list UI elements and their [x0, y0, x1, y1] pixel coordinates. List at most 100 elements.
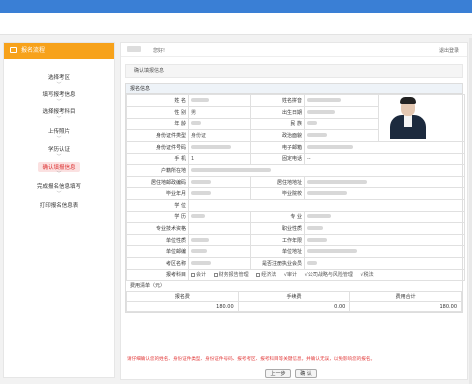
sidebar-item-upload-photo[interactable]: 上传照片 [4, 127, 114, 135]
table-row: 学 位 [126, 198, 465, 212]
fee-value: 0.00 [237, 301, 351, 313]
value-school [304, 187, 465, 200]
sidebar-item-edu-verify[interactable]: 学历认证 [4, 145, 114, 153]
value-name [188, 94, 251, 107]
redacted-value [191, 97, 209, 102]
value-unit-addr [304, 245, 465, 258]
redacted-value [191, 249, 207, 254]
logout-link[interactable]: 退出登录 [439, 47, 459, 54]
table-row: 专业技术资格 职业性质 [126, 222, 465, 235]
value-politics [304, 129, 379, 142]
subject-checkbox[interactable]: 经济法 [256, 271, 276, 278]
value-unit-zip [188, 245, 251, 258]
label-id-no: 身份证件号码 [126, 141, 189, 154]
label-id-type: 身份证件类型 [126, 129, 189, 142]
sidebar: 报名流程 选择考区 ﹀ 填写报考信息 ﹀ 选择报考科目 ﹀ 上传照片 ﹀ 学历认… [3, 42, 115, 378]
label-edu: 学 历 [126, 210, 189, 224]
warning-notice: 请仔细确认您的姓名、身份证件类型、身份证件号码、报考考区、报考科目等关键信息，并… [127, 357, 376, 362]
value-phone: -- [304, 152, 465, 166]
sidebar-item-print[interactable]: 打印报名信息表 [4, 201, 114, 209]
value-is-member [304, 256, 465, 270]
confirm-button[interactable]: 确 认 [295, 369, 317, 378]
form-section-title: 报名信息 [126, 84, 462, 94]
redacted-value [307, 237, 327, 242]
redacted-value [307, 225, 323, 230]
label-degree: 学 位 [126, 198, 189, 212]
redacted-value [307, 133, 327, 138]
top-header-bar [0, 0, 472, 13]
value-py-name [304, 94, 379, 107]
value-work-unit [188, 233, 251, 247]
label-unit-zip: 单位邮编 [126, 245, 189, 258]
label-gender: 性 别 [126, 105, 189, 119]
sidebar-item-fill-info[interactable]: 填写报考信息 [4, 90, 114, 98]
welcome-text: 您好! [153, 48, 166, 54]
sub-header-bar [0, 13, 472, 35]
redacted-value [307, 214, 331, 219]
redacted-value [307, 179, 367, 184]
value-id-no [188, 141, 251, 154]
label-email: 电子邮箱 [250, 141, 305, 154]
table-row: 居住地邮政编码 居住地地址 [126, 175, 465, 189]
table-row: 单位性质 工作年限 [126, 233, 465, 247]
value-area-name [188, 256, 251, 270]
sidebar-item-complete[interactable]: 完成报名信息填写 [4, 182, 114, 190]
sidebar-item-select-area[interactable]: 选择考区 [4, 73, 114, 81]
label-birthday: 出生日期 [250, 105, 305, 119]
label-grad-year: 毕业年月 [126, 187, 189, 200]
label-age: 年 龄 [126, 117, 189, 131]
table-row: 单位邮编 单位地址 [126, 245, 465, 258]
label-origin: 户籍所在地 [126, 164, 189, 177]
value-email [304, 141, 465, 154]
label-tech-title: 专业技术资格 [126, 222, 189, 235]
chevron-down-icon: ﹀ [56, 116, 62, 122]
chevron-down-icon: ﹀ [56, 191, 62, 197]
redacted-value [307, 97, 341, 102]
value-job-title [304, 222, 465, 235]
value-nation [304, 117, 379, 131]
checkbox-empty-icon [256, 273, 261, 278]
redacted-value [307, 249, 357, 254]
chevron-down-icon: ﹀ [56, 99, 62, 105]
redacted-value [307, 109, 335, 114]
label-py-name: 姓名拼音 [250, 94, 305, 107]
subject-checkbox[interactable]: 财务报告管理 [213, 271, 249, 278]
label-job-title: 职业性质 [250, 222, 305, 235]
table-row: 学 历 专 业 [126, 210, 465, 224]
label-unit-addr: 单位地址 [250, 245, 305, 258]
redacted-value [191, 121, 201, 126]
fee-section-title: 费用清单（元） [130, 283, 166, 290]
label-name: 姓 名 [126, 94, 189, 107]
label-work-unit: 单位性质 [126, 233, 189, 247]
table-row: 身份证件号码 电子邮箱 [126, 141, 465, 154]
subject-checkbox[interactable]: √税法 [360, 271, 373, 278]
subject-checkbox[interactable]: 会计 [191, 271, 206, 278]
table-row: 180.00 0.00 180.00 [126, 301, 462, 313]
subject-checkbox[interactable]: √审计 [284, 271, 297, 278]
label-zip: 居住地邮政编码 [126, 175, 189, 189]
table-row: 手 机 1 固定电话 -- [126, 152, 465, 166]
value-gender: 男 [188, 105, 251, 119]
chevron-down-icon: ﹀ [56, 82, 62, 88]
label-school: 毕业院校 [250, 187, 305, 200]
value-origin [188, 164, 465, 177]
applicant-photo [381, 96, 462, 141]
prev-button[interactable]: 上一步 [265, 369, 291, 378]
value-id-type: 身份证 [188, 129, 251, 142]
fee-value: 180.00 [349, 301, 462, 313]
label-address: 居住地地址 [250, 175, 305, 189]
value-edu [188, 210, 251, 224]
redacted-value [307, 121, 317, 126]
checkbox-empty-icon [191, 273, 195, 278]
process-icon [10, 47, 17, 53]
sidebar-item-select-subjects[interactable]: 选择报考科目 [4, 107, 114, 115]
table-row: 考区名称 是否注册执业会员 [126, 256, 465, 270]
checkbox-empty-icon [213, 273, 218, 278]
redacted-value [191, 167, 271, 172]
subject-checkbox[interactable]: √公司战略与风险管理 [305, 271, 353, 278]
label-is-member: 是否注册执业会员 [250, 256, 305, 270]
chevron-down-icon: ﹀ [56, 171, 62, 177]
redacted-value [191, 237, 209, 242]
fee-header: 费用合计 [349, 291, 462, 303]
redacted-value [307, 191, 347, 196]
